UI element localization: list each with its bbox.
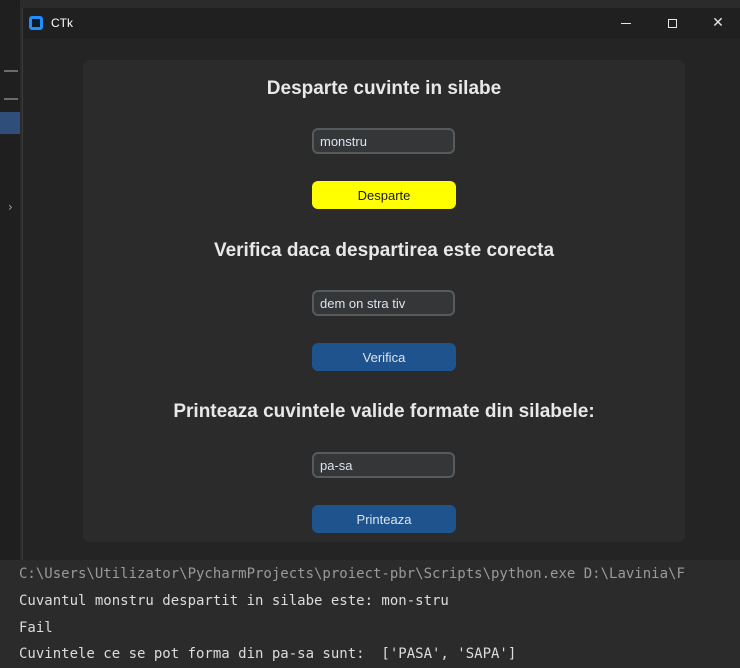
verify-heading: Verifica daca despartirea este corecta [213, 240, 555, 261]
verify-button[interactable]: Verifica [312, 343, 456, 371]
maximize-button[interactable] [649, 8, 695, 38]
minimize-icon [621, 22, 631, 24]
minimize-button[interactable] [603, 8, 649, 38]
console-line: Cuvintele ce se pot forma din pa-sa sunt… [19, 646, 517, 662]
ctk-app-icon [29, 16, 43, 30]
split-word-input[interactable] [312, 128, 455, 154]
maximize-icon [667, 18, 677, 28]
close-button[interactable]: ✕ [695, 8, 740, 38]
chevron-right-icon[interactable]: › [8, 200, 13, 214]
run-console[interactable]: C:\Users\Utilizator\PycharmProjects\proi… [0, 560, 740, 668]
window-content: Desparte cuvinte in silabe Desparte Veri… [23, 38, 740, 563]
print-syllables-input[interactable] [312, 452, 455, 478]
close-icon: ✕ [712, 15, 724, 31]
split-heading: Desparte cuvinte in silabe [266, 78, 502, 99]
print-heading: Printeaza cuvintele valide formate din s… [173, 401, 595, 422]
print-button[interactable]: Printeaza [312, 505, 456, 533]
verify-syllables-input[interactable] [312, 290, 455, 316]
console-line: Fail [19, 620, 53, 636]
main-frame: Desparte cuvinte in silabe Desparte Veri… [83, 60, 685, 542]
ide-sidebar-strip: › [0, 0, 20, 560]
ctk-window: CTk ✕ Desparte cuvinte in silabe Despart… [22, 8, 740, 563]
window-title: CTk [51, 16, 73, 30]
ide-sidebar-mark [4, 70, 18, 72]
console-line-command: C:\Users\Utilizator\PycharmProjects\proi… [19, 566, 685, 582]
title-bar[interactable]: CTk ✕ [23, 8, 740, 38]
ide-sidebar-selected-item[interactable] [0, 112, 20, 134]
split-button[interactable]: Desparte [312, 181, 456, 209]
console-line: Cuvantul monstru despartit in silabe est… [19, 593, 449, 609]
ide-sidebar-mark [4, 98, 18, 100]
window-controls: ✕ [603, 8, 740, 38]
